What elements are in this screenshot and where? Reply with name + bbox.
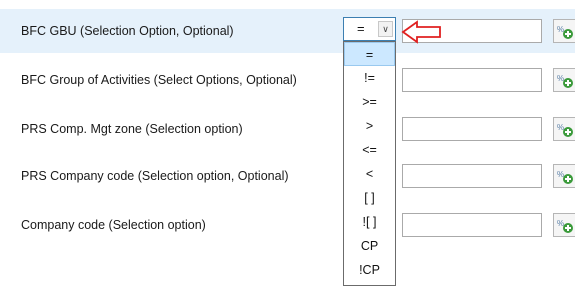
operator-option[interactable]: != <box>344 66 395 90</box>
row-label: BFC GBU (Selection Option, Optional) <box>21 24 234 38</box>
add-value-button[interactable]: % <box>553 117 575 141</box>
operator-option[interactable]: <= <box>344 138 395 162</box>
chevron-down-icon[interactable]: ∨ <box>378 21 393 37</box>
operator-dropdown-list: = != >= > <= < [ ] ![ ] CP !CP <box>343 41 396 286</box>
operator-option[interactable]: >= <box>344 90 395 114</box>
value-input[interactable] <box>402 213 542 237</box>
add-value-icon: % <box>557 170 573 184</box>
add-value-button[interactable]: % <box>553 68 575 92</box>
add-value-button[interactable]: % <box>553 19 575 43</box>
add-value-icon: % <box>557 219 573 233</box>
operator-option[interactable]: = <box>344 42 395 66</box>
svg-text:%: % <box>557 74 564 83</box>
svg-text:%: % <box>557 170 564 179</box>
row-label: BFC Group of Activities (Select Options,… <box>21 73 297 87</box>
add-value-icon: % <box>557 25 573 39</box>
red-arrow-icon <box>401 20 441 44</box>
operator-option[interactable]: > <box>344 114 395 138</box>
value-input[interactable] <box>402 117 542 141</box>
filter-row-bfc-gbu: BFC GBU (Selection Option, Optional) % <box>0 9 575 53</box>
filter-row-prs-company-code: PRS Company code (Selection option, Opti… <box>0 154 575 198</box>
operator-option[interactable]: < <box>344 162 395 186</box>
add-value-icon: % <box>557 74 573 88</box>
add-value-icon: % <box>557 123 573 137</box>
svg-text:%: % <box>557 25 564 34</box>
filter-row-prs-comp-mgt-zone: PRS Comp. Mgt zone (Selection option) % <box>0 107 575 151</box>
operator-value: = <box>357 21 365 36</box>
operator-option[interactable]: !CP <box>344 258 395 282</box>
value-input[interactable] <box>402 68 542 92</box>
filter-row-company-code: Company code (Selection option) % <box>0 203 575 247</box>
filter-row-bfc-group-activities: BFC Group of Activities (Select Options,… <box>0 58 575 102</box>
row-label: Company code (Selection option) <box>21 218 206 232</box>
operator-option[interactable]: CP <box>344 234 395 258</box>
svg-text:%: % <box>557 219 564 228</box>
add-value-button[interactable]: % <box>553 213 575 237</box>
operator-select[interactable]: = ∨ <box>343 17 396 41</box>
row-label: PRS Company code (Selection option, Opti… <box>21 169 289 183</box>
value-input[interactable] <box>402 164 542 188</box>
svg-text:%: % <box>557 123 564 132</box>
row-label: PRS Comp. Mgt zone (Selection option) <box>21 122 243 136</box>
add-value-button[interactable]: % <box>553 164 575 188</box>
operator-option[interactable]: ![ ] <box>344 210 395 234</box>
operator-option[interactable]: [ ] <box>344 186 395 210</box>
